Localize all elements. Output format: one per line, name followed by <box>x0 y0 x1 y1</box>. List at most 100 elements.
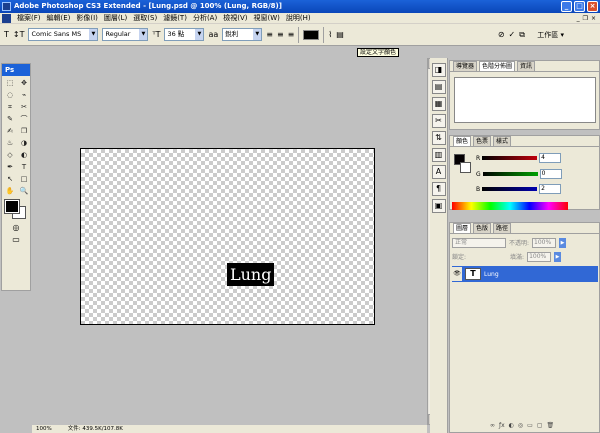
dodge-tool-icon[interactable]: ◐ <box>17 149 31 161</box>
crop-tool-icon[interactable]: ⌗ <box>3 101 17 113</box>
menu-edit[interactable]: 編輯(E) <box>44 13 74 24</box>
doc-close-icon[interactable]: × <box>591 15 596 22</box>
shape-tool-icon[interactable]: □ <box>17 173 31 185</box>
tab-styles[interactable]: 樣式 <box>493 136 512 146</box>
document-canvas[interactable]: Lung <box>80 148 375 325</box>
green-value-input[interactable]: 0 <box>539 169 562 179</box>
font-size-select[interactable]: 36 點 ▼ <box>164 28 205 41</box>
trash-icon[interactable]: 🗑 <box>547 422 555 429</box>
opacity-input[interactable]: 100% <box>532 237 557 248</box>
zoom-level[interactable]: 100% <box>36 425 52 433</box>
dock-paragraph-icon[interactable]: ¶ <box>431 182 446 196</box>
tab-layers[interactable]: 圖層 <box>453 223 472 233</box>
red-channel-row: R 4 <box>476 153 562 163</box>
text-color-swatch[interactable] <box>303 29 320 40</box>
green-slider[interactable] <box>482 172 538 176</box>
text-tool-icon[interactable]: T <box>4 28 9 41</box>
menu-help[interactable]: 說明(H) <box>283 13 314 24</box>
blur-tool-icon[interactable]: ◇ <box>3 149 17 161</box>
foreground-color-swatch[interactable] <box>4 199 20 214</box>
cancel-icon[interactable]: ⊘ <box>498 28 505 41</box>
move-tool-icon[interactable]: ✥ <box>17 77 31 89</box>
orientation-toggle-icon[interactable]: ↕T <box>13 28 25 41</box>
lasso-tool-icon[interactable]: ◌ <box>3 89 17 101</box>
menu-filter[interactable]: 濾鏡(T) <box>160 13 190 24</box>
opacity-arrow-icon[interactable]: ▶ <box>559 237 567 248</box>
menu-select[interactable]: 選取(S) <box>130 13 160 24</box>
fill-input[interactable]: 100% <box>527 251 552 262</box>
red-value-input[interactable]: 4 <box>539 153 562 163</box>
hand-tool-icon[interactable]: ✋ <box>3 185 17 197</box>
adjustment-layer-icon[interactable]: ◎ <box>518 422 523 429</box>
layer-style-icon[interactable]: ƒx <box>499 422 505 429</box>
dock-swatches-icon[interactable]: ▦ <box>431 97 446 111</box>
quick-mask-icon[interactable]: ◎ <box>13 223 20 232</box>
menu-analysis[interactable]: 分析(A) <box>190 13 220 24</box>
zoom-tool-icon[interactable]: 🔍 <box>17 185 31 197</box>
tab-color[interactable]: 顏色 <box>453 136 472 146</box>
blend-mode-select[interactable]: 正常 <box>452 237 506 248</box>
pen-tool-icon[interactable]: ✒ <box>3 161 17 173</box>
font-family-select[interactable]: Comic Sans MS ▼ <box>28 28 99 41</box>
dock-navigator-icon[interactable]: ◨ <box>431 63 446 77</box>
align-right-icon[interactable]: ≡ <box>288 28 295 41</box>
screen-mode-icon[interactable]: ▭ <box>12 235 20 244</box>
brush-tool-icon[interactable]: ⌒ <box>17 113 31 125</box>
bridge-icon[interactable]: ⧉ <box>519 28 525 41</box>
dock-tools-icon[interactable]: ✂ <box>431 114 446 128</box>
panel-background-swatch[interactable] <box>460 162 471 173</box>
type-tool-icon[interactable]: T <box>17 161 31 173</box>
tab-swatches[interactable]: 色票 <box>473 136 492 146</box>
menu-view[interactable]: 檢視(V) <box>220 13 250 24</box>
magic-wand-tool-icon[interactable]: ⌁ <box>17 89 31 101</box>
maximize-button[interactable]: □ <box>574 1 585 12</box>
layer-row[interactable]: 👁 T Lung <box>452 266 598 282</box>
color-spectrum-bar[interactable] <box>452 202 568 210</box>
dock-histogram-icon[interactable]: ▤ <box>431 80 446 94</box>
blue-value-input[interactable]: 2 <box>539 184 562 194</box>
dock-character-icon[interactable]: A <box>431 165 446 179</box>
tab-navigator[interactable]: 導覽器 <box>453 61 478 71</box>
slice-tool-icon[interactable]: ✂ <box>17 101 31 113</box>
align-left-icon[interactable]: ≡ <box>266 28 273 41</box>
tab-histogram[interactable]: 色階分佈圖 <box>479 61 516 71</box>
red-slider[interactable] <box>482 156 538 160</box>
align-center-icon[interactable]: ≡ <box>277 28 284 41</box>
tab-channels[interactable]: 色版 <box>473 223 492 233</box>
panels-toggle-icon[interactable]: ▤ <box>336 28 344 41</box>
dock-actions-icon[interactable]: ⇅ <box>431 131 446 145</box>
healing-brush-tool-icon[interactable]: ✎ <box>3 113 17 125</box>
menu-file[interactable]: 檔案(F) <box>14 13 44 24</box>
gradient-tool-icon[interactable]: ◑ <box>17 137 31 149</box>
mask-icon[interactable]: ◐ <box>509 422 514 429</box>
tab-paths[interactable]: 路徑 <box>493 223 512 233</box>
new-layer-icon[interactable]: ▢ <box>537 422 543 429</box>
eye-icon[interactable]: 👁 <box>452 267 462 281</box>
close-button[interactable]: × <box>587 1 598 12</box>
doc-restore-icon[interactable]: ❐ <box>583 15 588 22</box>
path-selection-tool-icon[interactable]: ↖ <box>3 173 17 185</box>
new-group-icon[interactable]: ▭ <box>527 422 533 429</box>
dock-history-icon[interactable]: ▥ <box>431 148 446 162</box>
ps-menu-icon[interactable] <box>2 13 11 23</box>
menu-window[interactable]: 視窗(W) <box>250 13 282 24</box>
link-layers-icon[interactable]: ∞ <box>490 422 495 429</box>
doc-minimize-icon[interactable]: _ <box>577 15 580 22</box>
menu-layer[interactable]: 圖層(L) <box>101 13 130 24</box>
font-style-select[interactable]: Regular ▼ <box>102 28 149 41</box>
eraser-tool-icon[interactable]: ♨ <box>3 137 17 149</box>
commit-icon[interactable]: ✓ <box>509 28 516 41</box>
text-layer[interactable]: Lung <box>227 263 275 286</box>
warp-text-icon[interactable]: ⌇ <box>328 28 332 41</box>
tab-info[interactable]: 資訊 <box>517 61 536 71</box>
dock-layer-comps-icon[interactable]: ▣ <box>431 199 446 213</box>
fill-arrow-icon[interactable]: ▶ <box>554 251 562 262</box>
antialias-select[interactable]: 銳利 ▼ <box>222 28 263 41</box>
menu-image[interactable]: 影像(I) <box>73 13 101 24</box>
marquee-tool-icon[interactable]: ⬚ <box>3 77 17 89</box>
history-brush-tool-icon[interactable]: ❐ <box>17 125 31 137</box>
minimize-button[interactable]: _ <box>561 1 572 12</box>
blue-slider[interactable] <box>482 187 538 191</box>
clone-stamp-tool-icon[interactable]: ✍ <box>3 125 17 137</box>
workspace-button[interactable]: 工作區 ▾ <box>537 29 564 42</box>
